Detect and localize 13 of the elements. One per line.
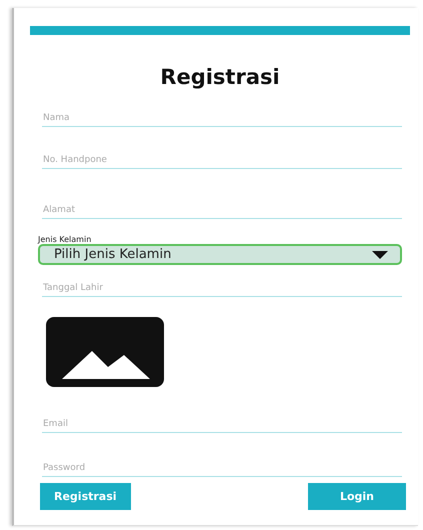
form-button[interactable]: Registrasi xyxy=(40,483,131,510)
page-title: Registrasi xyxy=(159,65,281,89)
input-field[interactable]: Alamat xyxy=(42,203,402,219)
input-field[interactable]: Nama xyxy=(42,111,402,127)
input-field[interactable]: Password xyxy=(42,461,402,477)
input-field[interactable]: Tanggal Lahir xyxy=(42,281,402,297)
input-field[interactable]: No. Handpone xyxy=(42,153,402,169)
field-label: Jenis Kelamin xyxy=(38,235,92,244)
image-icon[interactable] xyxy=(46,317,164,387)
input-field[interactable]: Email xyxy=(42,417,402,433)
caret-icon xyxy=(372,250,388,258)
form-button[interactable]: Login xyxy=(308,483,406,510)
gender-dropdown[interactable]: Pilih Jenis Kelamin xyxy=(38,244,402,265)
